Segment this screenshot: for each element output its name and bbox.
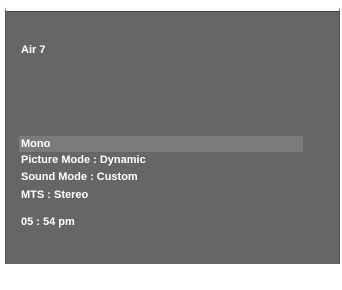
- channel-label: Air 7: [21, 44, 46, 56]
- mts-row: MTS : Stereo: [21, 189, 89, 201]
- audio-mode-row[interactable]: Mono: [19, 136, 303, 152]
- clock-time: 05 : 54 pm: [21, 216, 75, 228]
- top-divider: [6, 11, 339, 12]
- tv-info-screen: Air 7 Mono Picture Mode : Dynamic Sound …: [5, 7, 340, 264]
- picture-mode-row: Picture Mode : Dynamic: [21, 154, 146, 166]
- sound-mode-row: Sound Mode : Custom: [21, 171, 138, 183]
